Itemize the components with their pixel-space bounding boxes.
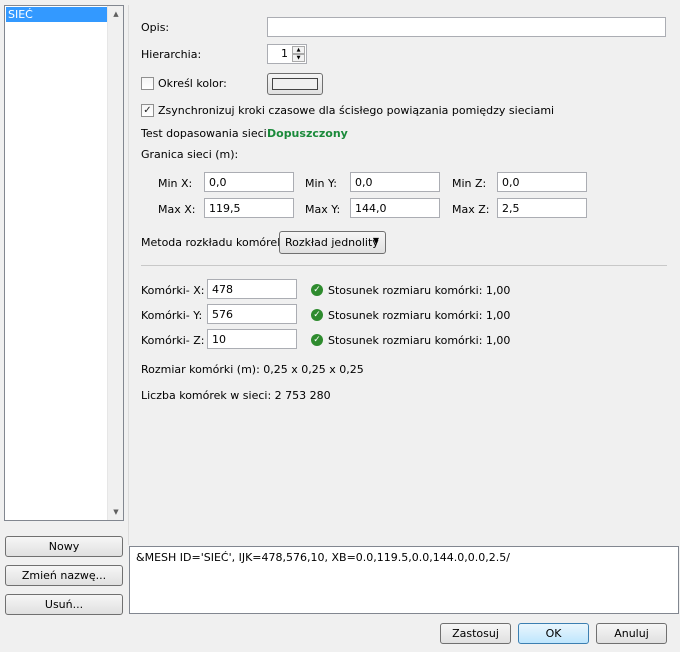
- section-divider: [141, 265, 667, 266]
- min-y-input[interactable]: [350, 172, 440, 192]
- hierarchy-label: Hierarchia:: [141, 48, 202, 61]
- method-dropdown[interactable]: Rozkład jednolity ▼: [279, 231, 386, 254]
- cells-z-label: Komórki- Z:: [141, 334, 205, 347]
- new-button[interactable]: Nowy: [5, 536, 123, 557]
- method-label: Metoda rozkładu komórek:: [141, 236, 288, 249]
- cells-z-input[interactable]: [207, 329, 297, 349]
- min-x-label: Min X:: [158, 177, 193, 190]
- list-item[interactable]: SIEĆ: [6, 7, 108, 22]
- cell-size-text: Rozmiar komórki (m): 0,25 x 0,25 x 0,25: [141, 363, 364, 376]
- max-z-label: Max Z:: [452, 203, 490, 216]
- cells-y-ratio: Stosunek rozmiaru komórki: 1,00: [328, 309, 511, 322]
- apply-button[interactable]: Zastosuj: [440, 623, 511, 644]
- spin-up-icon[interactable]: ▲: [292, 46, 305, 54]
- method-value: Rozkład jednolity: [285, 236, 379, 249]
- scroll-down-icon[interactable]: ▼: [108, 504, 124, 520]
- cells-y-label: Komórki- Y:: [141, 309, 203, 322]
- min-z-label: Min Z:: [452, 177, 487, 190]
- cells-x-label: Komórki- X:: [141, 284, 205, 297]
- rename-button[interactable]: Zmień nazwę...: [5, 565, 123, 586]
- check-circle-icon: ✓: [311, 284, 323, 296]
- color-picker-button[interactable]: [267, 73, 323, 95]
- color-swatch: [272, 78, 318, 90]
- min-z-input[interactable]: [497, 172, 587, 192]
- fit-test-label: Test dopasowania sieci:: [141, 127, 271, 140]
- check-circle-icon: ✓: [311, 309, 323, 321]
- delete-button[interactable]: Usuń...: [5, 594, 123, 615]
- cell-count-text: Liczba komórek w sieci: 2 753 280: [141, 389, 331, 402]
- check-circle-icon: ✓: [311, 334, 323, 346]
- spin-down-icon[interactable]: ▼: [292, 54, 305, 62]
- hierarchy-spinner[interactable]: 1 ▲ ▼: [267, 44, 307, 64]
- max-z-input[interactable]: [497, 198, 587, 218]
- chevron-down-icon: ▼: [372, 236, 379, 245]
- max-x-input[interactable]: [204, 198, 294, 218]
- color-label: Określ kolor:: [158, 77, 227, 90]
- preview-textarea[interactable]: &MESH ID='SIEĆ', IJK=478,576,10, XB=0.0,…: [129, 546, 679, 614]
- bounds-label: Granica sieci (m):: [141, 148, 239, 161]
- max-y-input[interactable]: [350, 198, 440, 218]
- hierarchy-value: 1: [281, 47, 288, 60]
- cells-y-input[interactable]: [207, 304, 297, 324]
- preview-text: &MESH ID='SIEĆ', IJK=478,576,10, XB=0.0,…: [136, 551, 510, 564]
- min-x-input[interactable]: [204, 172, 294, 192]
- description-input[interactable]: [267, 17, 666, 37]
- max-y-label: Max Y:: [305, 203, 341, 216]
- list-scrollbar[interactable]: ▲ ▼: [107, 6, 123, 520]
- ok-button[interactable]: OK: [518, 623, 589, 644]
- min-y-label: Min Y:: [305, 177, 337, 190]
- sync-label: Zsynchronizuj kroki czasowe dla ścisłego…: [158, 104, 555, 117]
- color-checkbox[interactable]: [141, 77, 154, 90]
- fit-test-status: Dopuszczony: [267, 127, 348, 140]
- cells-x-input[interactable]: [207, 279, 297, 299]
- cells-x-ratio: Stosunek rozmiaru komórki: 1,00: [328, 284, 511, 297]
- cells-z-ratio: Stosunek rozmiaru komórki: 1,00: [328, 334, 511, 347]
- description-label: Opis:: [141, 21, 170, 34]
- sync-checkbox[interactable]: ✓: [141, 104, 154, 117]
- mesh-list[interactable]: SIEĆ ▲ ▼: [4, 5, 124, 521]
- max-x-label: Max X:: [158, 203, 196, 216]
- cancel-button[interactable]: Anuluj: [596, 623, 667, 644]
- scroll-up-icon[interactable]: ▲: [108, 6, 124, 22]
